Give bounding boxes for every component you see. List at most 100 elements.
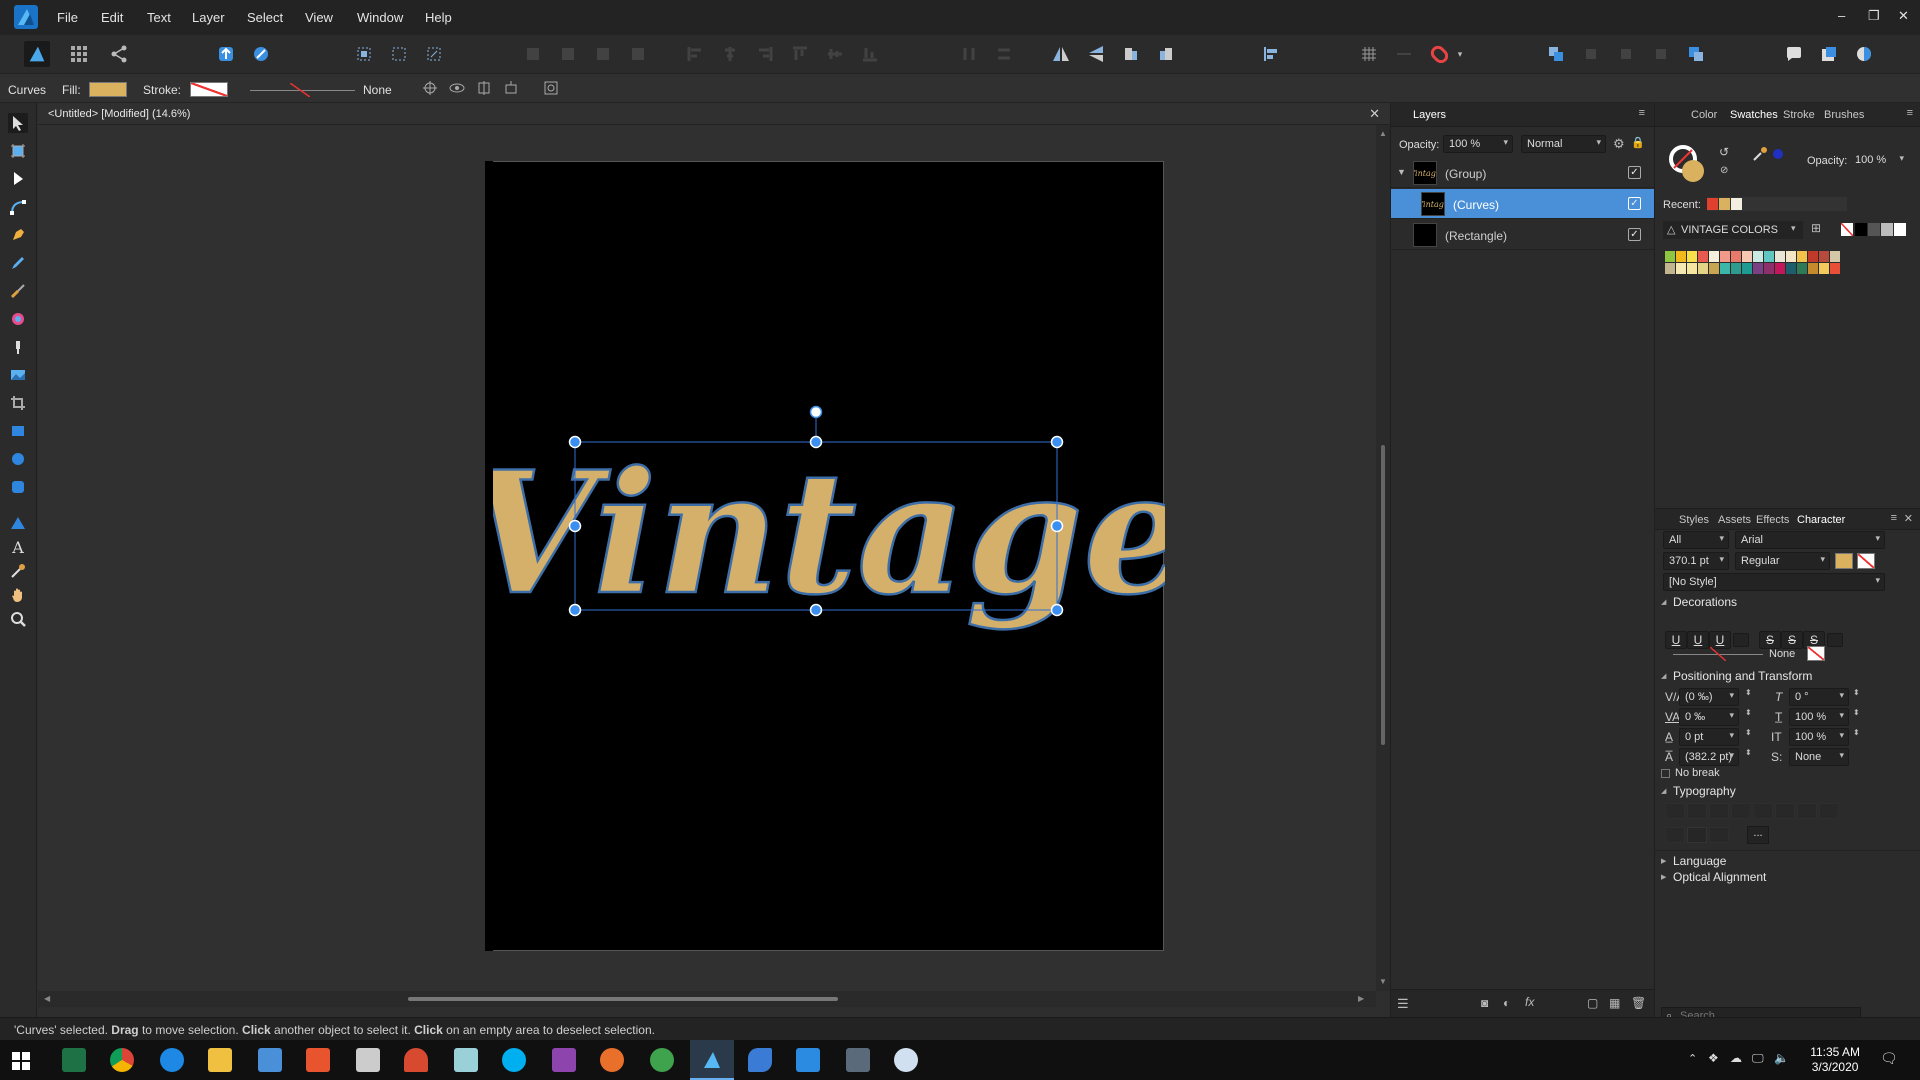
mail-taskbar-icon[interactable] bbox=[258, 1048, 282, 1072]
color-picker-tool-icon[interactable] bbox=[8, 561, 28, 581]
align-bottom-icon[interactable] bbox=[859, 43, 881, 65]
character-scope-dropdown[interactable]: All bbox=[1663, 531, 1729, 549]
snapping-icon[interactable] bbox=[215, 43, 237, 65]
gray-swatch[interactable] bbox=[1894, 223, 1906, 236]
selection-handle-top-left[interactable] bbox=[568, 435, 582, 449]
feather-taskbar-icon[interactable] bbox=[748, 1048, 772, 1072]
rotate-right-icon[interactable] bbox=[1155, 43, 1177, 65]
pencil-tool-icon[interactable] bbox=[8, 253, 28, 273]
insert-inside-icon[interactable] bbox=[1783, 43, 1805, 65]
typography-section-header[interactable]: Typography bbox=[1655, 784, 1920, 798]
move-to-front-icon[interactable] bbox=[1545, 43, 1567, 65]
typography-more-button[interactable]: ... bbox=[1747, 826, 1769, 844]
minimize-button[interactable]: – bbox=[1838, 8, 1845, 23]
shear-stepper-icon[interactable]: ⬍ bbox=[1853, 688, 1860, 697]
affinity-photo-taskbar-icon[interactable] bbox=[552, 1048, 576, 1072]
artboard-tool-icon[interactable] bbox=[8, 141, 28, 161]
gray-swatch[interactable] bbox=[1881, 223, 1893, 236]
menu-file[interactable]: File bbox=[57, 10, 78, 25]
tab-character[interactable]: Character bbox=[1797, 514, 1845, 526]
crop-tool-icon[interactable] bbox=[8, 393, 28, 413]
adjustment-layer-icon[interactable]: ◐ bbox=[1503, 996, 1510, 1010]
layer-settings-gear-icon[interactable]: ⚙ bbox=[1613, 136, 1625, 152]
tab-styles[interactable]: Styles bbox=[1679, 514, 1709, 526]
file-explorer-taskbar-icon[interactable] bbox=[208, 1048, 232, 1072]
delete-layer-icon[interactable]: 🗑 bbox=[1631, 996, 1646, 1010]
app-taskbar-icon[interactable] bbox=[894, 1048, 918, 1072]
layers-stack-icon[interactable]: ☰ bbox=[1397, 996, 1409, 1012]
fill-stroke-selector[interactable] bbox=[1669, 145, 1709, 185]
scroll-down-icon[interactable]: ▼ bbox=[1379, 977, 1387, 986]
insert-behind-icon[interactable] bbox=[1685, 43, 1707, 65]
menu-select[interactable]: Select bbox=[247, 10, 283, 25]
view-tool-icon[interactable] bbox=[8, 585, 28, 605]
add-layer-icon[interactable]: ▢ bbox=[1587, 996, 1598, 1010]
illustrator-taskbar-icon[interactable] bbox=[306, 1048, 330, 1072]
menu-edit[interactable]: Edit bbox=[101, 10, 123, 25]
double-strikethrough-button[interactable]: S bbox=[1781, 631, 1803, 649]
document-title[interactable]: <Untitled> [Modified] (14.6%) bbox=[48, 108, 190, 120]
flip-vertical-icon[interactable] bbox=[1085, 43, 1107, 65]
triangle-tool-icon[interactable] bbox=[8, 513, 28, 533]
character-panel-menu-icon[interactable]: ≡ bbox=[1891, 512, 1897, 524]
boolean-subtract-icon[interactable] bbox=[557, 43, 579, 65]
paint-taskbar-icon[interactable] bbox=[404, 1048, 428, 1072]
canvas-area[interactable]: Vintage bbox=[38, 125, 1376, 991]
typography-option-button[interactable] bbox=[1753, 803, 1773, 819]
tracking-stepper-icon[interactable]: ⬍ bbox=[1745, 708, 1752, 717]
fill-swatch[interactable] bbox=[89, 82, 127, 97]
color-picker-icon[interactable] bbox=[1751, 145, 1769, 163]
stroke-swatch[interactable] bbox=[190, 82, 228, 97]
kerning-stepper-icon[interactable]: ⬍ bbox=[1745, 688, 1752, 697]
align-right-icon[interactable] bbox=[754, 43, 776, 65]
tab-swatches[interactable]: Swatches bbox=[1730, 109, 1778, 121]
palette-swatch[interactable] bbox=[1698, 251, 1708, 262]
selection-handle-bottom-left[interactable] bbox=[568, 603, 582, 617]
vertical-scroll-thumb[interactable] bbox=[1381, 445, 1385, 745]
typography-option-button[interactable] bbox=[1775, 803, 1795, 819]
double-underline-button[interactable]: U bbox=[1687, 631, 1709, 649]
layers-tab[interactable]: Layers bbox=[1413, 109, 1446, 121]
align-top-icon[interactable] bbox=[789, 43, 811, 65]
horizontal-scale-field[interactable]: 100 % bbox=[1789, 728, 1849, 746]
palette-swatch[interactable] bbox=[1720, 251, 1730, 262]
script-dropdown[interactable]: None bbox=[1789, 748, 1849, 766]
layers-panel-menu-icon[interactable]: ≡ bbox=[1639, 107, 1645, 119]
positioning-section-header[interactable]: Positioning and Transform bbox=[1655, 669, 1920, 683]
palette-swatch[interactable] bbox=[1687, 251, 1697, 262]
artistic-text-tool-icon[interactable]: A bbox=[8, 537, 28, 557]
palette-swatch[interactable] bbox=[1775, 263, 1785, 274]
language-section-header[interactable]: Language bbox=[1655, 854, 1920, 868]
align-left-icon[interactable] bbox=[684, 43, 706, 65]
palette-swatch[interactable] bbox=[1742, 263, 1752, 274]
text-style-dropdown[interactable]: [No Style] bbox=[1663, 573, 1885, 591]
palette-swatch[interactable] bbox=[1797, 263, 1807, 274]
tab-stroke[interactable]: Stroke bbox=[1783, 109, 1815, 121]
palette-swatch[interactable] bbox=[1676, 263, 1686, 274]
zoom-tool-icon[interactable] bbox=[8, 609, 28, 629]
export-persona-icon[interactable] bbox=[108, 43, 130, 65]
palette-swatch[interactable] bbox=[1786, 251, 1796, 262]
palette-swatch[interactable] bbox=[1830, 263, 1840, 274]
layer-row-rectangle[interactable]: (Rectangle) ✓ bbox=[1391, 220, 1655, 250]
layers-opacity-dropdown[interactable]: 100 % bbox=[1443, 135, 1513, 153]
gray-swatch[interactable] bbox=[1868, 223, 1880, 236]
layer-visibility-checkbox[interactable]: ✓ bbox=[1628, 228, 1641, 241]
palette-swatch[interactable] bbox=[1698, 263, 1708, 274]
menu-window[interactable]: Window bbox=[357, 10, 403, 25]
tab-effects[interactable]: Effects bbox=[1756, 514, 1789, 526]
font-weight-dropdown[interactable]: Regular bbox=[1735, 552, 1830, 570]
selection-handle-bottom-center[interactable] bbox=[809, 603, 823, 617]
vscale-stepper-icon[interactable]: ⬍ bbox=[1853, 708, 1860, 717]
layer-visibility-checkbox[interactable]: ✓ bbox=[1628, 166, 1641, 179]
calculator-taskbar-icon[interactable] bbox=[356, 1048, 380, 1072]
palette-swatch[interactable] bbox=[1830, 251, 1840, 262]
typography-option-button[interactable] bbox=[1709, 827, 1729, 843]
vectorize-taskbar-icon[interactable] bbox=[796, 1048, 820, 1072]
grid-icon[interactable] bbox=[1358, 43, 1380, 65]
menu-text[interactable]: Text bbox=[147, 10, 171, 25]
selection-handle-middle-right[interactable] bbox=[1050, 519, 1064, 533]
none-swatch[interactable] bbox=[1841, 223, 1853, 236]
tab-color[interactable]: Color bbox=[1691, 109, 1717, 121]
font-family-dropdown[interactable]: Arial bbox=[1735, 531, 1885, 549]
